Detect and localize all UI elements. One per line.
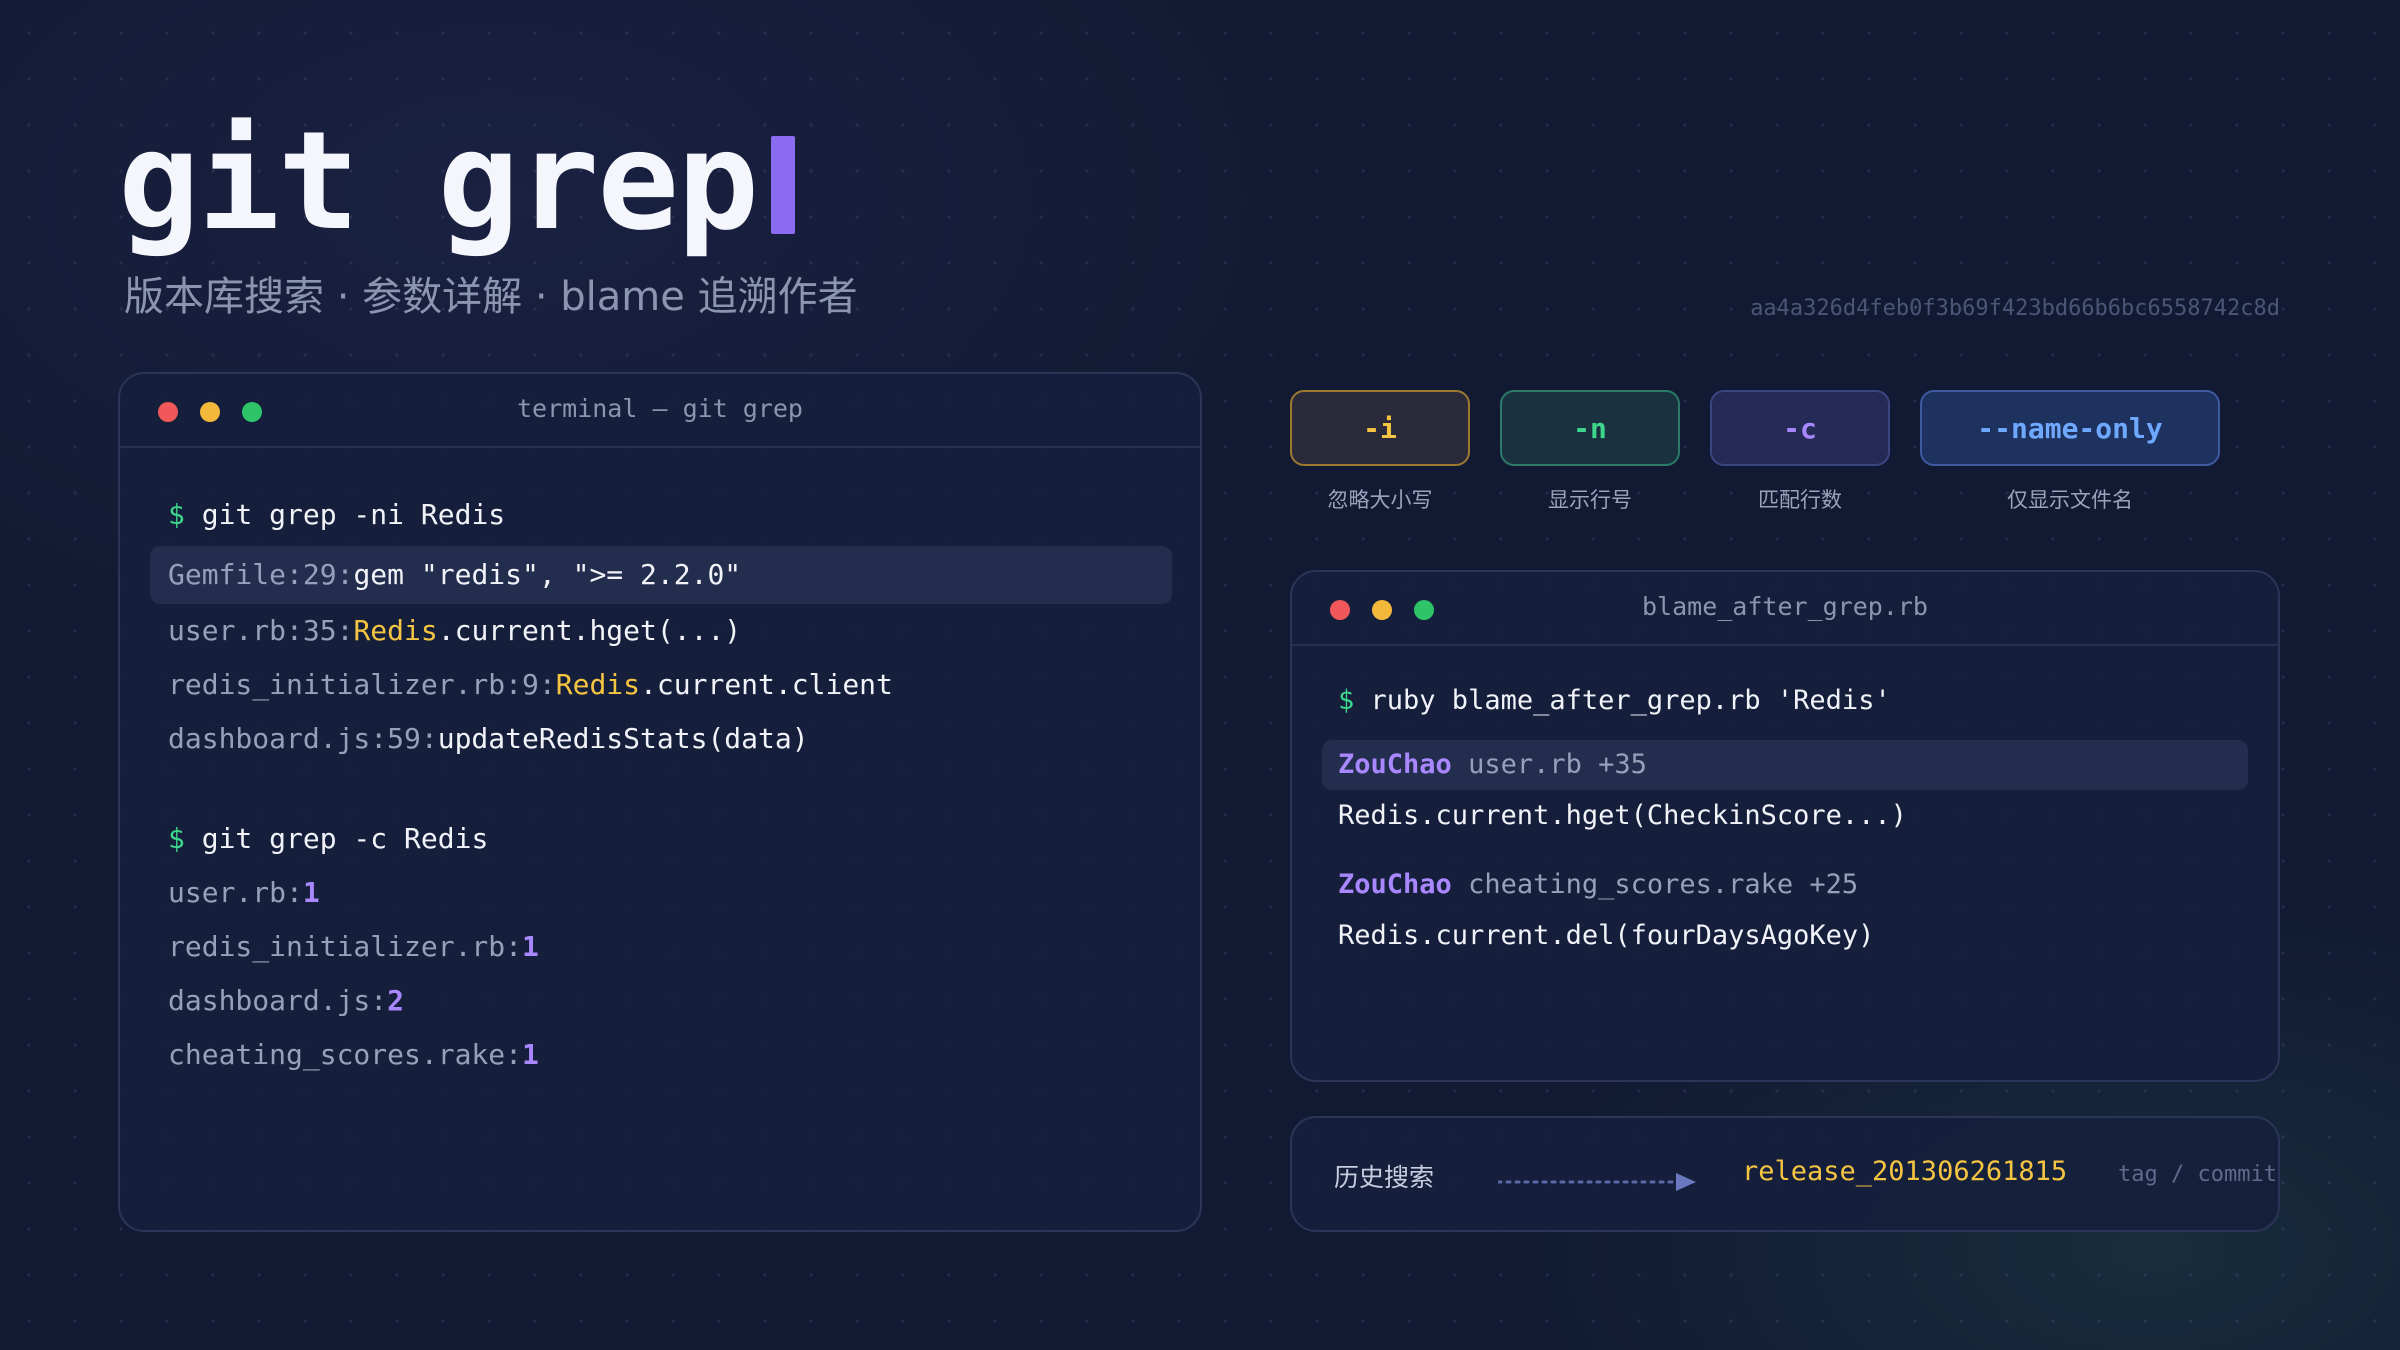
command-text: git grep -c Redis xyxy=(201,822,489,855)
flag-n-label: 显示行号 xyxy=(1548,488,1632,512)
page-title: git grep xyxy=(118,102,796,262)
blame-entry-code: Redis.current.hget(CheckinScore...) xyxy=(1338,800,1907,831)
blame-entry-meta: ZouChao cheating_scores.rake +25 xyxy=(1292,860,2278,910)
grep-result-line: dashboard.js:59:updateRedisStats(data) xyxy=(120,712,1200,766)
history-label: 历史搜索 xyxy=(1334,1163,1435,1192)
blame-author: ZouChao xyxy=(1338,749,1452,780)
result-count: 1 xyxy=(302,876,320,909)
history-search-bar: 历史搜索 release_201306261815 tag / commit xyxy=(1290,1116,2280,1232)
count-result-line: user.rb:1 xyxy=(120,866,1200,920)
result-match: Redis xyxy=(555,668,641,701)
result-path: Gemfile:29: xyxy=(168,558,354,591)
blame-output: $ ruby blame_after_grep.rb 'Redis' ZouCh… xyxy=(1292,646,2278,962)
blame-window: blame_after_grep.rb $ ruby blame_after_g… xyxy=(1290,570,2280,1082)
blame-location: user.rb +35 xyxy=(1468,749,1647,780)
grep-result-line: Gemfile:29:gem "redis", ">= 2.2.0" xyxy=(150,546,1172,604)
command-text: git grep -ni Redis xyxy=(201,498,506,531)
page-subtitle: 版本库搜索 · 参数详解 · blame 追溯作者 xyxy=(124,274,858,320)
prompt-symbol: $ xyxy=(1338,685,1355,716)
result-count: 2 xyxy=(387,984,405,1017)
result-code: .current.hget(...) xyxy=(437,614,742,647)
dotted-arrow-icon xyxy=(1498,1173,1696,1191)
terminal-command-line: $ git grep -ni Redis xyxy=(120,488,1200,542)
result-match: Redis xyxy=(353,614,438,647)
history-tag-value[interactable]: release_201306261815 xyxy=(1742,1156,2067,1187)
flag-i-label: 忽略大小写 xyxy=(1327,488,1433,512)
blame-command-line: $ ruby blame_after_grep.rb 'Redis' xyxy=(1292,676,2278,726)
blame-author: ZouChao xyxy=(1338,869,1452,900)
blame-entry-code: Redis.current.del(fourDaysAgoKey) xyxy=(1338,920,1875,951)
history-tag-type: tag / commit xyxy=(2118,1162,2277,1187)
page-title-text: git grep xyxy=(118,103,759,261)
flag-name-only-label: 仅显示文件名 xyxy=(2007,488,2133,512)
count-result-line: redis_initializer.rb:1 xyxy=(120,920,1200,974)
terminal-title: terminal — git grep xyxy=(517,394,803,423)
result-code: gem "redis", ">= 2.2.0" xyxy=(353,558,742,591)
count-result-line: dashboard.js:2 xyxy=(120,974,1200,1028)
result-count: 1 xyxy=(522,930,539,963)
flag-c-label: 匹配行数 xyxy=(1758,488,1842,512)
result-path: redis_initializer.rb: xyxy=(168,930,523,963)
flag-n-button[interactable]: -n xyxy=(1500,390,1680,466)
blame-titlebar: blame_after_grep.rb xyxy=(1292,572,2278,646)
result-code: .current.client xyxy=(640,668,893,701)
terminal-window: terminal — git grep $ git grep -ni Redis… xyxy=(118,372,1202,1232)
text-cursor-icon xyxy=(771,136,796,234)
result-count: 1 xyxy=(522,1038,539,1071)
terminal-titlebar: terminal — git grep xyxy=(120,374,1200,448)
blame-location: cheating_scores.rake +25 xyxy=(1468,869,1859,900)
terminal-command-line: $ git grep -c Redis xyxy=(120,812,1200,866)
prompt-symbol: $ xyxy=(168,498,185,531)
flag-i-button[interactable]: -i xyxy=(1290,390,1470,466)
grep-result-line: user.rb:35:Redis.current.hget(...) xyxy=(120,604,1200,658)
grep-result-line: redis_initializer.rb:9:Redis.current.cli… xyxy=(120,658,1200,712)
result-path: dashboard.js: xyxy=(168,984,388,1017)
flag-c-button[interactable]: -c xyxy=(1710,390,1890,466)
flag-name-only-button[interactable]: --name-only xyxy=(1920,390,2220,466)
commit-hash: aa4a326d4feb0f3b69f423bd66b6bc6558742c8d xyxy=(1750,296,2280,321)
result-path: cheating_scores.rake: xyxy=(168,1038,523,1071)
result-path: user.rb: xyxy=(168,876,303,909)
prompt-symbol: $ xyxy=(168,822,185,855)
blame-entry-meta: ZouChao user.rb +35 xyxy=(1322,740,2248,790)
result-code: updateRedisStats(data) xyxy=(437,722,809,755)
count-result-line: cheating_scores.rake:1 xyxy=(120,1028,1200,1082)
terminal-output: $ git grep -ni Redis Gemfile:29:gem "red… xyxy=(120,448,1200,1082)
result-path: redis_initializer.rb:9: xyxy=(168,668,556,701)
blame-title: blame_after_grep.rb xyxy=(1642,592,1928,621)
result-path: user.rb:35: xyxy=(168,614,354,647)
command-text: ruby blame_after_grep.rb 'Redis' xyxy=(1370,685,1891,716)
result-path: dashboard.js:59: xyxy=(168,722,438,755)
